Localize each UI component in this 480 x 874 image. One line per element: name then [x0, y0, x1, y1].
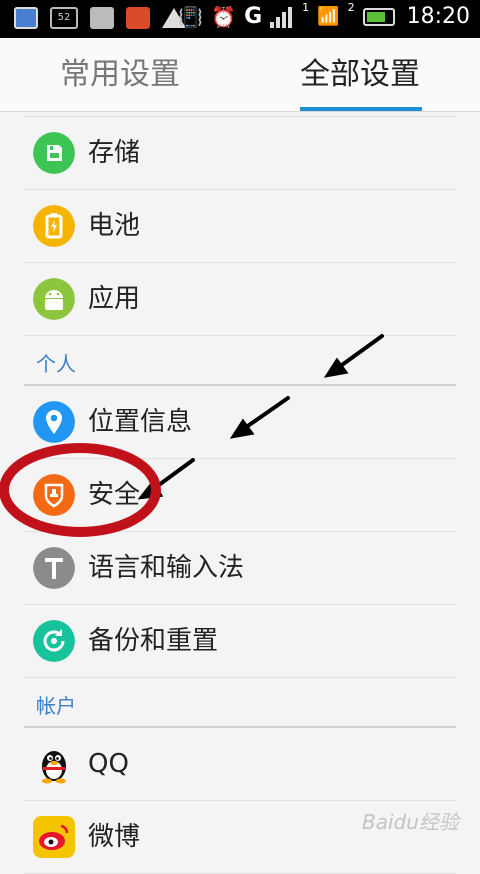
- settings-item-label: 备份和重置: [88, 626, 219, 656]
- battery-icon: [33, 205, 75, 247]
- settings-item-security[interactable]: 安全: [24, 459, 456, 532]
- section-header-accounts: 帐户: [24, 678, 456, 728]
- settings-item-qq[interactable]: QQ: [24, 728, 456, 801]
- status-bar: 52 📳 ⏰ G 1 📶 2 18:20: [0, 0, 480, 38]
- app-notification-icon: [14, 7, 38, 29]
- settings-tabs: 常用设置 全部设置: [0, 38, 480, 112]
- battery-status-icon: [362, 7, 395, 26]
- backup-icon: [33, 620, 75, 662]
- settings-item-label: 微博: [88, 822, 141, 852]
- shield-icon: [33, 474, 75, 516]
- section-header-personal: 个人: [24, 336, 456, 386]
- vibrate-icon: 📳: [178, 4, 204, 29]
- settings-item-label: 电池: [88, 211, 141, 241]
- settings-item-label: 应用: [88, 284, 141, 314]
- storage-icon: [33, 132, 75, 174]
- tab-common-settings[interactable]: 常用设置: [40, 38, 200, 111]
- settings-item-location[interactable]: 位置信息: [24, 386, 456, 459]
- weibo-icon: [33, 816, 75, 858]
- settings-item-language-input[interactable]: 语言和输入法: [24, 532, 456, 605]
- image-notification-icon: [90, 7, 114, 29]
- app-notification-icon-2: [126, 7, 150, 29]
- settings-item-label: 语言和输入法: [88, 553, 245, 583]
- tab-selected-indicator: [300, 107, 422, 111]
- tab-all-settings[interactable]: 全部设置: [290, 38, 430, 111]
- settings-item-label: 位置信息: [88, 407, 193, 437]
- watermark: Baidu经验: [362, 810, 459, 834]
- section-header-label: 个人: [36, 352, 76, 376]
- section-header-label: 帐户: [36, 694, 76, 718]
- qq-penguin-icon: [42, 751, 66, 784]
- network-type: G: [244, 4, 263, 29]
- settings-item-storage[interactable]: 存储: [24, 117, 456, 190]
- settings-list: 存储 电池 应用 个人 位置信息 安全 语言和输入法 备份和重置 帐户 QQ 微…: [24, 112, 456, 874]
- language-icon: [33, 547, 75, 589]
- notification-count-badge: 52: [50, 7, 78, 29]
- no-signal-icon: 📶: [317, 6, 340, 27]
- location-icon: [33, 401, 75, 443]
- alarm-icon: ⏰: [211, 4, 237, 29]
- android-icon: [33, 278, 75, 320]
- settings-item-label: 安全: [88, 480, 141, 510]
- sim2-label: 2: [347, 1, 355, 14]
- sim1-label: 1: [302, 1, 310, 14]
- settings-item-label: 存储: [88, 138, 141, 168]
- settings-item-battery[interactable]: 电池: [24, 190, 456, 263]
- settings-item-apps[interactable]: 应用: [24, 263, 456, 336]
- settings-item-backup-reset[interactable]: 备份和重置: [24, 605, 456, 678]
- signal-strength-icon: [270, 6, 294, 28]
- settings-item-label: QQ: [88, 749, 129, 779]
- clock: 18:20: [406, 4, 470, 29]
